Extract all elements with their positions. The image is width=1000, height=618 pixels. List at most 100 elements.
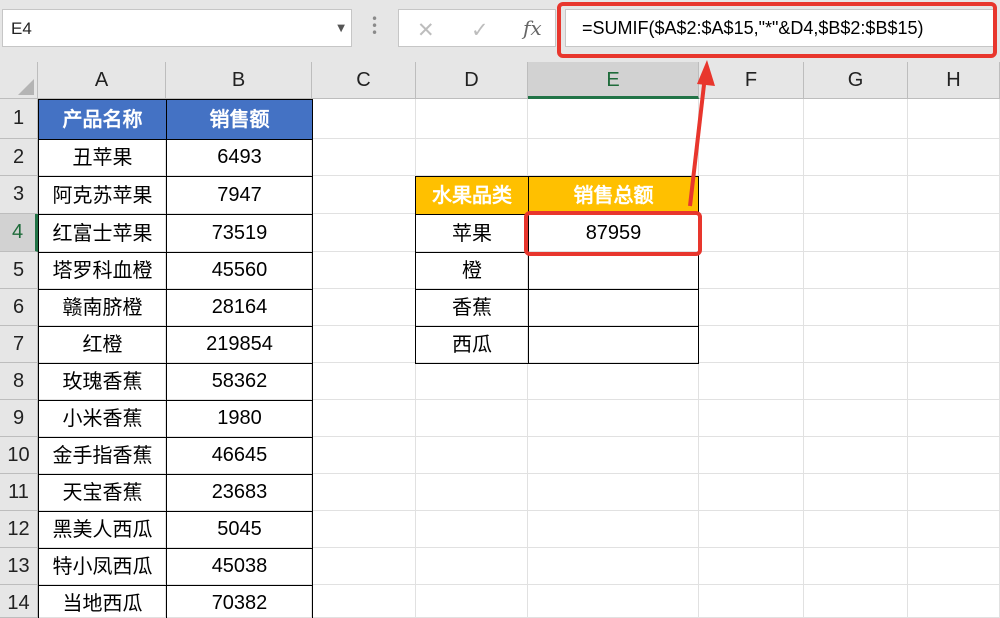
row-header-5[interactable]: 5 [0, 252, 38, 289]
sales-cell[interactable]: 58362 [166, 363, 313, 401]
header-sales-total[interactable]: 销售总额 [528, 176, 699, 215]
column-header-a[interactable]: A [38, 62, 166, 99]
grid-cell[interactable] [416, 511, 528, 548]
grid-cell[interactable] [908, 99, 1000, 139]
grid-cell[interactable] [908, 214, 1000, 252]
grid-cell[interactable] [908, 437, 1000, 474]
grid-cell[interactable] [312, 139, 416, 176]
grid-cell[interactable] [699, 176, 804, 214]
sales-cell[interactable]: 1980 [166, 400, 313, 438]
grid-cell[interactable] [699, 585, 804, 618]
sales-cell[interactable]: 46645 [166, 437, 313, 475]
grid-cell[interactable] [416, 363, 528, 400]
grid-cell[interactable] [699, 326, 804, 363]
grid-cell[interactable] [908, 474, 1000, 511]
grid-cell[interactable] [908, 289, 1000, 326]
category-cell[interactable]: 橙 [415, 252, 529, 290]
header-fruit-category[interactable]: 水果品类 [415, 176, 529, 215]
row-header-2[interactable]: 2 [0, 139, 38, 176]
grid-cell[interactable] [699, 437, 804, 474]
grid-cell[interactable] [312, 363, 416, 400]
name-box[interactable]: E4 ▼ [2, 9, 352, 47]
grid-cell[interactable] [908, 326, 1000, 363]
grid-cell[interactable] [699, 214, 804, 252]
row-header-1[interactable]: 1 [0, 99, 38, 139]
grid-cell[interactable] [312, 252, 416, 289]
product-name-cell[interactable]: 当地西瓜 [38, 585, 167, 618]
grid-cell[interactable] [804, 511, 908, 548]
grid-cell[interactable] [416, 548, 528, 585]
grid-cell[interactable] [699, 363, 804, 400]
grid-cell[interactable] [699, 289, 804, 326]
column-header-b[interactable]: B [166, 62, 312, 99]
grid-cell[interactable] [528, 400, 699, 437]
grid-cell[interactable] [312, 474, 416, 511]
grid-cell[interactable] [804, 326, 908, 363]
grid-cell[interactable] [528, 511, 699, 548]
product-name-cell[interactable]: 红橙 [38, 326, 167, 364]
column-header-h[interactable]: H [908, 62, 1000, 99]
row-header-13[interactable]: 13 [0, 548, 38, 585]
grid-cell[interactable] [312, 548, 416, 585]
column-header-f[interactable]: F [699, 62, 804, 99]
grid-cell[interactable] [908, 400, 1000, 437]
grid-cell[interactable] [416, 585, 528, 618]
product-name-cell[interactable]: 玫瑰香蕉 [38, 363, 167, 401]
grid-cell[interactable] [908, 585, 1000, 618]
sales-cell[interactable]: 45038 [166, 548, 313, 586]
grid-cell[interactable] [416, 99, 528, 139]
grid-cell[interactable] [416, 474, 528, 511]
grid-cell[interactable] [528, 437, 699, 474]
row-header-7[interactable]: 7 [0, 326, 38, 363]
grid-cell[interactable] [804, 289, 908, 326]
total-cell[interactable] [528, 326, 699, 364]
grid-cell[interactable] [804, 252, 908, 289]
row-header-14[interactable]: 14 [0, 585, 38, 618]
grid-cell[interactable] [528, 474, 699, 511]
header-sales[interactable]: 销售额 [166, 99, 313, 140]
product-name-cell[interactable]: 丑苹果 [38, 139, 167, 177]
product-name-cell[interactable]: 金手指香蕉 [38, 437, 167, 475]
sales-cell[interactable]: 70382 [166, 585, 313, 618]
sales-cell[interactable]: 5045 [166, 511, 313, 549]
sales-cell[interactable]: 28164 [166, 289, 313, 327]
grid-cell[interactable] [804, 139, 908, 176]
grid-cell[interactable] [312, 99, 416, 139]
more-options-icon[interactable]: • • • [371, 13, 378, 40]
row-header-11[interactable]: 11 [0, 474, 38, 511]
sales-cell[interactable]: 23683 [166, 474, 313, 512]
grid-cell[interactable] [312, 289, 416, 326]
header-product-name[interactable]: 产品名称 [38, 99, 167, 140]
grid-cell[interactable] [528, 585, 699, 618]
product-name-cell[interactable]: 黑美人西瓜 [38, 511, 167, 549]
grid-cell[interactable] [312, 326, 416, 363]
grid-cell[interactable] [699, 252, 804, 289]
grid-cell[interactable] [416, 400, 528, 437]
grid-cell[interactable] [416, 437, 528, 474]
row-header-6[interactable]: 6 [0, 289, 38, 326]
grid-cell[interactable] [699, 139, 804, 176]
grid-cell[interactable] [908, 139, 1000, 176]
grid-cell[interactable] [528, 99, 699, 139]
grid-cell[interactable] [908, 176, 1000, 214]
grid-cell[interactable] [528, 548, 699, 585]
product-name-cell[interactable]: 小米香蕉 [38, 400, 167, 438]
grid-cell[interactable] [908, 252, 1000, 289]
total-cell[interactable] [528, 289, 699, 327]
grid-cell[interactable] [804, 400, 908, 437]
product-name-cell[interactable]: 赣南脐橙 [38, 289, 167, 327]
sales-cell[interactable]: 219854 [166, 326, 313, 364]
row-header-9[interactable]: 9 [0, 400, 38, 437]
grid-cell[interactable] [804, 585, 908, 618]
row-header-4[interactable]: 4 [0, 214, 38, 252]
column-header-e[interactable]: E [528, 62, 699, 99]
grid-cell[interactable] [699, 400, 804, 437]
column-header-d[interactable]: D [416, 62, 528, 99]
row-header-12[interactable]: 12 [0, 511, 38, 548]
grid-cell[interactable] [804, 214, 908, 252]
grid-cell[interactable] [804, 548, 908, 585]
grid-cell[interactable] [699, 548, 804, 585]
grid-cell[interactable] [908, 548, 1000, 585]
function-icon[interactable]: fx [523, 16, 542, 40]
grid-cell[interactable] [804, 99, 908, 139]
